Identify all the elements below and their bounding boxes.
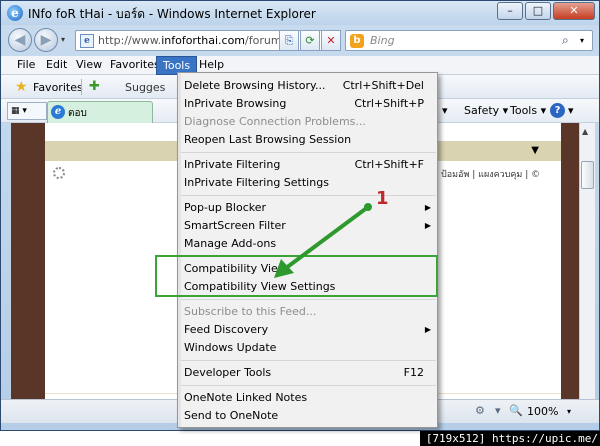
search-icon[interactable]: ⌕ — [562, 33, 569, 48]
help-dropdown-icon[interactable]: ▾ — [568, 104, 574, 117]
tab-title: ตอบ — [68, 108, 87, 119]
menu-item-feed-discovery[interactable]: Feed Discovery ▶ — [181, 321, 436, 339]
menu-item-label: InPrivate Filtering — [184, 158, 281, 171]
menu-item-label: Subscribe to this Feed... — [184, 305, 317, 318]
recent-pages-dropdown[interactable]: ▾ — [61, 35, 65, 44]
menu-item-label: SmartScreen Filter — [184, 219, 286, 232]
submenu-arrow-icon: ▶ — [424, 203, 431, 212]
annotation-step-number: 1 — [376, 188, 389, 209]
collapse-icon[interactable]: ▼ — [531, 145, 539, 156]
menu-item-shortcut: Ctrl+Shift+F — [354, 158, 424, 171]
menu-item-diagnose-connection: Diagnose Connection Problems... — [181, 113, 436, 131]
scroll-up-icon[interactable]: ▲ — [582, 127, 588, 136]
menu-item-label: InPrivate Filtering Settings — [184, 176, 329, 189]
menu-item-inprivate-filtering[interactable]: InPrivate Filtering Ctrl+Shift+F — [181, 156, 436, 174]
favorites-separator — [81, 79, 82, 95]
menu-item-label: Manage Add-ons — [184, 237, 277, 250]
tab-ie-icon: e — [51, 105, 65, 119]
stop-button[interactable]: ✕ — [321, 30, 341, 51]
forward-button[interactable]: ▶ — [34, 28, 58, 52]
submenu-arrow-icon: ▶ — [424, 221, 431, 230]
menu-item-label: Diagnose Connection Problems... — [184, 115, 366, 128]
url-prefix: http://www. — [98, 34, 162, 47]
minimize-button[interactable]: – — [497, 2, 523, 20]
menu-item-developer-tools[interactable]: Developer Tools F12 — [181, 364, 436, 382]
quick-tabs-button[interactable]: ▦ ▾ — [7, 102, 47, 120]
zoom-icon[interactable]: 🔍 — [509, 404, 523, 417]
menu-view[interactable]: View — [70, 56, 108, 75]
zoom-dropdown-icon[interactable]: ▾ — [567, 407, 571, 416]
loading-spinner-icon — [53, 167, 65, 179]
menu-item-label: InPrivate Browsing — [184, 97, 287, 110]
back-button[interactable]: ◀ — [8, 28, 32, 52]
search-box[interactable]: b Bing ⌕ ▾ — [345, 30, 593, 51]
close-button[interactable]: ✕ — [553, 2, 595, 20]
tools-dropdown-menu: Delete Browsing History... Ctrl+Shift+Del… — [177, 72, 438, 428]
maximize-button[interactable]: □ — [525, 2, 551, 20]
menu-item-label: Feed Discovery — [184, 323, 269, 336]
title-bar: e INfo foR tHai - บอร์ด - Windows Intern… — [1, 1, 599, 25]
page-right-border — [561, 123, 579, 399]
menu-item-delete-browsing-history[interactable]: Delete Browsing History... Ctrl+Shift+Del — [181, 77, 436, 95]
address-url[interactable]: http://www.infoforthai.com/forum/i — [98, 34, 298, 47]
help-icon[interactable]: ? — [550, 103, 565, 118]
favorites-button[interactable]: Favorites — [33, 81, 83, 94]
page-top-links[interactable]: ป้อมอัพ | แผงควบคุม | © — [441, 167, 540, 181]
protected-mode-icon[interactable]: ⚙ — [475, 404, 485, 417]
status-dropdown-icon[interactable]: ▾ — [495, 404, 501, 417]
menu-item-label: Developer Tools — [184, 366, 272, 379]
menu-item-label: Send to OneNote — [184, 409, 279, 422]
menu-separator — [181, 152, 436, 153]
scrollbar-thumb[interactable] — [581, 161, 594, 189]
navigation-row: ◀ ▶ ▾ e http://www.infoforthai.com/forum… — [1, 27, 599, 55]
menu-item-send-to-onenote[interactable]: Send to OneNote — [181, 407, 436, 425]
menu-item-windows-update[interactable]: Windows Update — [181, 339, 436, 357]
menu-file[interactable]: File — [11, 56, 41, 75]
image-host-credit: [719x512] https://upic.me/ — [420, 431, 600, 446]
page-left-border — [11, 123, 45, 399]
menu-item-inprivate-browsing[interactable]: InPrivate Browsing Ctrl+Shift+P — [181, 95, 436, 113]
bing-logo-icon: b — [350, 34, 364, 48]
browser-tab[interactable]: e ตอบ — [47, 101, 153, 123]
menu-item-shortcut: F12 — [403, 366, 424, 379]
window-title: INfo foR tHai - บอร์ด - Windows Internet… — [28, 7, 316, 21]
menu-item-smartscreen-filter[interactable]: SmartScreen Filter ▶ — [181, 217, 436, 235]
submenu-arrow-icon: ▶ — [424, 325, 431, 334]
favorites-star-icon[interactable]: ★ — [15, 79, 28, 95]
vertical-scrollbar[interactable]: ▲ — [579, 123, 595, 399]
safety-menu[interactable]: Safety ▾ — [464, 104, 508, 117]
menu-item-label: Pop-up Blocker — [184, 201, 267, 214]
ie-app-icon: e — [7, 5, 23, 21]
menu-separator — [181, 195, 436, 196]
compatibility-view-button[interactable]: ⎘ — [279, 30, 299, 51]
annotation-highlight-box — [155, 255, 438, 297]
page-menu-dropdown-icon[interactable]: ▾ — [442, 104, 448, 117]
menu-separator — [181, 360, 436, 361]
menu-item-subscribe-feed: Subscribe to this Feed... — [181, 303, 436, 321]
page-icon: e — [80, 34, 94, 48]
menu-item-label: OneNote Linked Notes — [184, 391, 308, 404]
add-to-favorites-icon[interactable]: ✚ — [89, 79, 100, 94]
menu-item-manage-addons[interactable]: Manage Add-ons — [181, 235, 436, 253]
menu-item-shortcut: Ctrl+Shift+P — [354, 97, 424, 110]
menu-item-label: Reopen Last Browsing Session — [184, 133, 352, 146]
search-placeholder: Bing — [370, 34, 395, 47]
search-dropdown-icon[interactable]: ▾ — [580, 36, 584, 45]
menu-separator — [181, 299, 436, 300]
menu-separator — [181, 385, 436, 386]
menu-item-shortcut: Ctrl+Shift+Del — [342, 79, 424, 92]
menu-item-popup-blocker[interactable]: Pop-up Blocker ▶ — [181, 199, 436, 217]
url-domain: infoforthai.com — [161, 34, 246, 47]
menu-item-inprivate-filtering-settings[interactable]: InPrivate Filtering Settings — [181, 174, 436, 192]
menu-item-onenote-linked-notes[interactable]: OneNote Linked Notes — [181, 389, 436, 407]
menu-item-label: Delete Browsing History... — [184, 79, 326, 92]
zoom-level[interactable]: 100% — [527, 405, 558, 418]
tools-command-menu[interactable]: Tools ▾ — [510, 104, 546, 117]
suggested-sites-link[interactable]: Sugges — [125, 81, 165, 94]
menu-item-label: Windows Update — [184, 341, 277, 354]
refresh-button[interactable]: ⟳ — [300, 30, 320, 51]
menu-item-reopen-last-session[interactable]: Reopen Last Browsing Session — [181, 131, 436, 149]
menu-edit[interactable]: Edit — [40, 56, 73, 75]
